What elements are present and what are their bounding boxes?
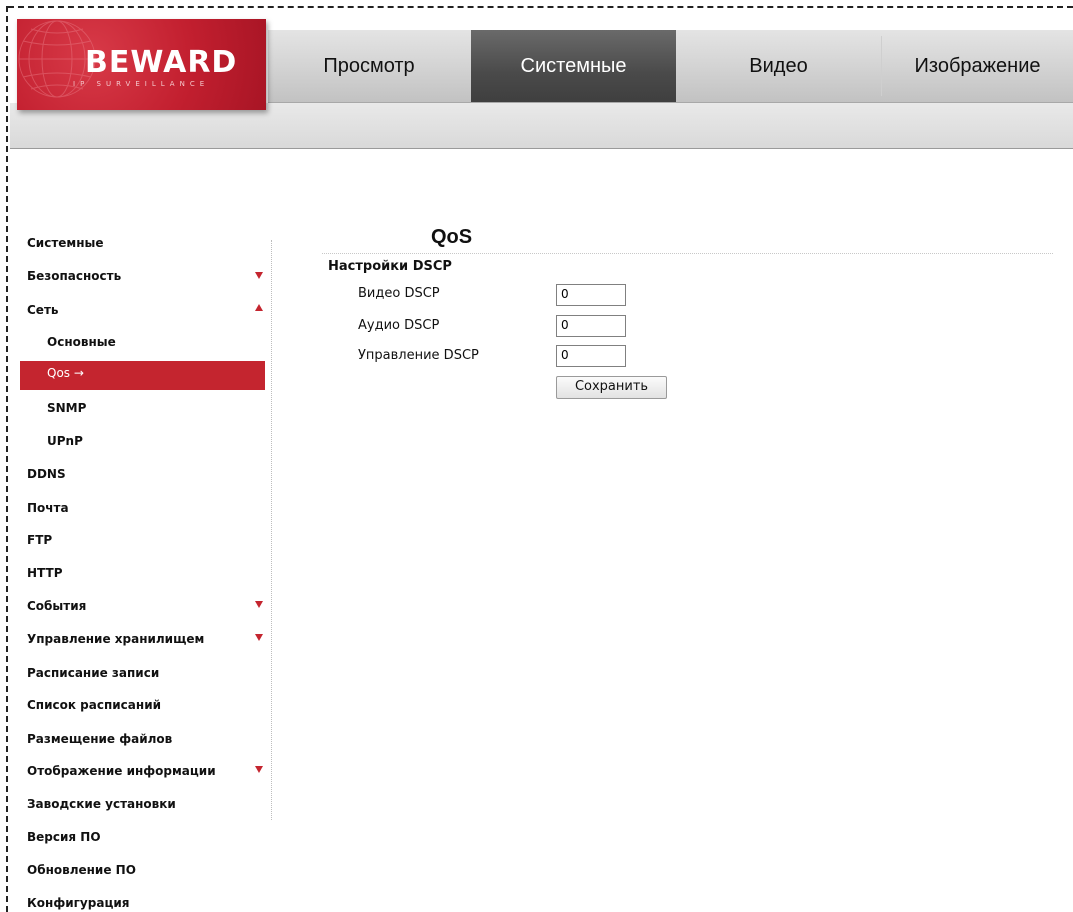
sidebar-divider — [271, 240, 272, 820]
tab-sistemnye[interactable]: Системные — [471, 30, 676, 102]
expand-down-icon[interactable] — [255, 601, 263, 608]
title-divider — [322, 253, 1053, 254]
sidebar-item-spisok-raspisaniy[interactable]: Список расписаний — [27, 698, 161, 712]
tab-izobrazhenie[interactable]: Изображение — [882, 30, 1073, 102]
beward-logo[interactable]: BEWARD IP SURVEILLANCE — [17, 19, 266, 110]
sidebar-item-upravlenie-khranilishchem[interactable]: Управление хранилищем — [27, 632, 204, 646]
sidebar-item-upnp[interactable]: UPnP — [47, 434, 83, 448]
audio-dscp-input[interactable]: 0 — [556, 315, 626, 337]
sidebar-item-ddns[interactable]: DDNS — [27, 467, 66, 481]
sidebar-item-ftp[interactable]: FTP — [27, 533, 52, 547]
expand-down-icon[interactable] — [255, 272, 263, 279]
video-dscp-label: Видео DSCP — [358, 286, 440, 301]
page-title: QoS — [431, 226, 473, 248]
sidebar-item-konfiguratsiya[interactable]: Конфигурация — [27, 896, 129, 910]
sidebar-item-qos-label: Qos — [47, 366, 71, 380]
tab-prosmotr[interactable]: Просмотр — [268, 30, 470, 102]
sidebar-item-bezopasnost[interactable]: Безопасность — [27, 269, 121, 283]
collapse-up-icon[interactable] — [255, 304, 263, 311]
expand-down-icon[interactable] — [255, 634, 263, 641]
frame-left-border — [6, 6, 8, 912]
sidebar-item-obnovlenie-po[interactable]: Обновление ПО — [27, 863, 136, 877]
control-dscp-label: Управление DSCP — [358, 348, 479, 363]
sidebar-item-sobytiya[interactable]: События — [27, 599, 86, 613]
logo-brand-text: BEWARD — [85, 45, 238, 80]
right-arrow-icon: → — [73, 366, 84, 380]
logo-tagline: IP SURVEILLANCE — [73, 80, 210, 88]
sidebar-item-sistemnye[interactable]: Системные — [27, 236, 104, 250]
save-button[interactable]: Сохранить — [556, 376, 667, 399]
control-dscp-input[interactable]: 0 — [556, 345, 626, 367]
section-title-dscp: Настройки DSCP — [328, 259, 452, 274]
sidebar-item-razmeshchenie-faylov[interactable]: Размещение файлов — [27, 732, 172, 746]
sidebar-item-zavodskie-ustanovki[interactable]: Заводские установки — [27, 797, 176, 811]
tab-video[interactable]: Видео — [677, 30, 880, 102]
sidebar-item-osnovnye[interactable]: Основные — [47, 335, 116, 349]
sidebar-item-pochta[interactable]: Почта — [27, 501, 69, 515]
sidebar-item-snmp[interactable]: SNMP — [47, 401, 86, 415]
sidebar-item-versiya-po[interactable]: Версия ПО — [27, 830, 101, 844]
video-dscp-input[interactable]: 0 — [556, 284, 626, 306]
sidebar-item-otobrazhenie-informatsii[interactable]: Отображение информации — [27, 764, 216, 778]
sidebar-item-qos[interactable]: Qos → — [47, 366, 84, 380]
audio-dscp-label: Аудио DSCP — [358, 318, 440, 333]
expand-down-icon[interactable] — [255, 766, 263, 773]
sidebar-item-raspisanie-zapisi[interactable]: Расписание записи — [27, 666, 159, 680]
sidebar-item-set[interactable]: Сеть — [27, 303, 59, 317]
sidebar-item-http[interactable]: HTTP — [27, 566, 62, 580]
frame-top-border — [8, 6, 1073, 8]
